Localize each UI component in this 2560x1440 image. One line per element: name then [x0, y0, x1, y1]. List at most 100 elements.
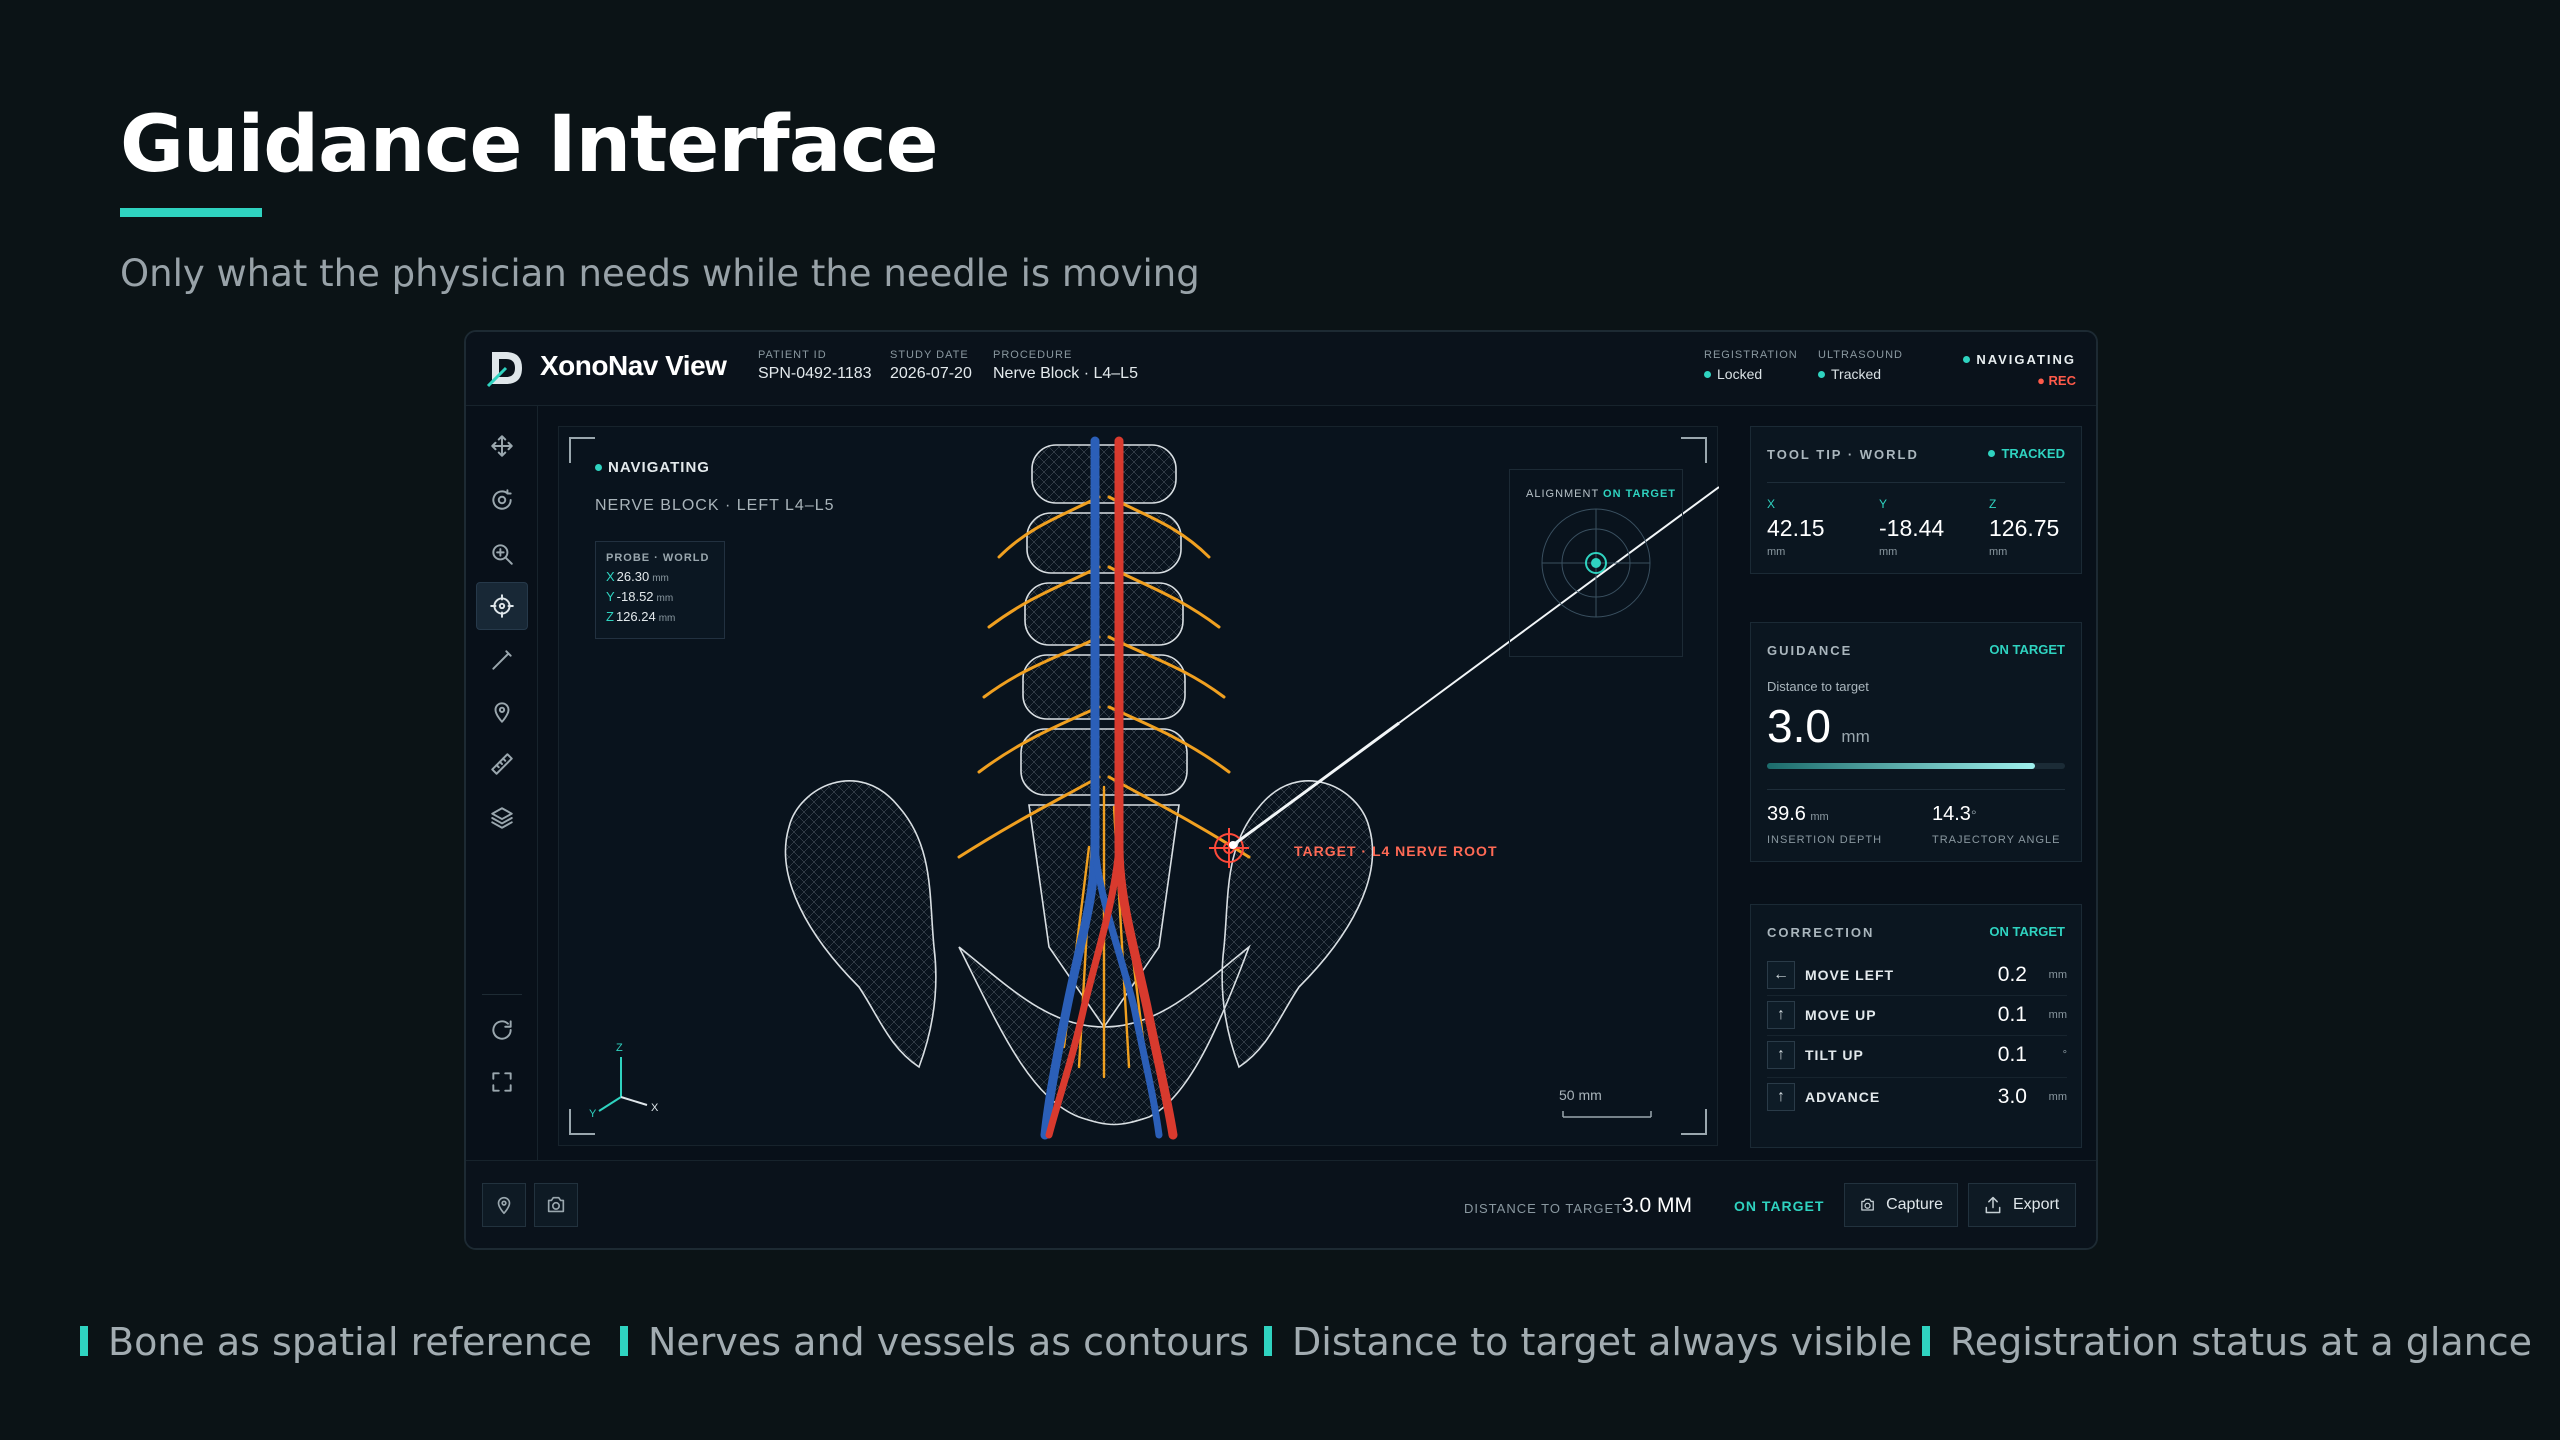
- axis-z-label: Z: [616, 1042, 623, 1054]
- correction-row: ↑ TILT UP 0.1 °: [1767, 1039, 2067, 1071]
- card-state: TRACKED: [2001, 446, 2065, 461]
- arrow-up-icon: ↑: [1767, 1041, 1795, 1069]
- add-marker-button[interactable]: [482, 1183, 526, 1227]
- scale-bar: [1562, 1111, 1652, 1118]
- app-brand: XonoNav View: [540, 350, 727, 381]
- bottom-distance-value: 3.0 MM: [1622, 1194, 1693, 1217]
- export-button[interactable]: Export: [1968, 1183, 2076, 1227]
- capture-button[interactable]: Capture: [1844, 1183, 1958, 1227]
- top-bar: XonoNav View PATIENT ID SPN-0492-1183 ST…: [466, 332, 2096, 406]
- coord-unit: mm: [1879, 546, 1898, 558]
- needle-tool-button[interactable]: [476, 636, 528, 684]
- pin-tool-button[interactable]: [476, 688, 528, 736]
- target-tool-button[interactable]: [476, 582, 528, 630]
- feature-callout: Registration status at a glance: [1922, 1320, 2532, 1364]
- ruler-icon: [491, 753, 513, 775]
- coord-unit: mm: [1989, 546, 2008, 558]
- correction-value: 0.1: [1997, 1043, 2027, 1066]
- arrow-left-icon: ←: [1767, 961, 1795, 989]
- meta-procedure: PROCEDURE Nerve Block · L4–L5: [993, 349, 1138, 383]
- slide-subtitle: Only what the physician needs while the …: [120, 252, 1200, 295]
- reset-view-button[interactable]: [476, 1006, 528, 1054]
- meta-label: PROCEDURE: [993, 349, 1073, 361]
- alignment-panel: ALIGNMENT ON TARGET: [1509, 469, 1683, 657]
- feature-text: Distance to target always visible: [1292, 1320, 1913, 1364]
- mode-status: NAVIGATING ● REC: [1963, 352, 2076, 388]
- distance-progress-bar: [1767, 763, 2065, 769]
- ultrasound-status: ULTRASOUND Tracked: [1818, 349, 1903, 382]
- card-title: CORRECTION: [1767, 925, 1875, 940]
- camera-icon: [1861, 1198, 1874, 1211]
- distance-value: 3.0: [1767, 700, 1831, 752]
- rotate-tool-button[interactable]: [476, 476, 528, 524]
- correction-label: ADVANCE: [1805, 1089, 1881, 1105]
- feature-callout: Bone as spatial reference: [80, 1320, 592, 1364]
- toolbar-divider: [482, 994, 522, 995]
- arrow-up-icon: ↑: [1767, 1001, 1795, 1029]
- pin-icon: [494, 702, 510, 723]
- coord-value: 126.75: [1989, 515, 2060, 541]
- card-title: TOOL TIP · WORLD: [1767, 447, 1919, 462]
- capture-label: Capture: [1886, 1196, 1943, 1213]
- status-label: ULTRASOUND: [1818, 349, 1903, 361]
- meta-value: Nerve Block · L4–L5: [993, 365, 1138, 382]
- coord-unit: mm: [1767, 546, 1786, 558]
- insertion-depth-value: 39.6: [1767, 803, 1806, 825]
- card-state: ON TARGET: [1989, 642, 2065, 657]
- guidance-card: GUIDANCE ON TARGET Distance to target 3.…: [1750, 622, 2082, 862]
- reset-icon: [492, 1020, 512, 1040]
- correction-value: 3.0: [1997, 1085, 2027, 1108]
- correction-unit: mm: [2048, 1091, 2067, 1103]
- slide-title: Guidance Interface: [120, 100, 938, 190]
- feature-text: Bone as spatial reference: [108, 1320, 593, 1364]
- feature-marker: [1264, 1326, 1272, 1356]
- coord-value: -18.44: [1879, 515, 1945, 541]
- export-icon: [1985, 1196, 2001, 1214]
- needle-tip: [1229, 841, 1237, 849]
- rotate-icon: [492, 489, 512, 510]
- app-window: XonoNav View PATIENT ID SPN-0492-1183 ST…: [464, 330, 2098, 1250]
- feature-marker: [620, 1326, 628, 1356]
- distance-unit: mm: [1841, 727, 1870, 746]
- anatomy-viewport[interactable]: NAVIGATING NERVE BLOCK · LEFT L4–L5 PROB…: [558, 426, 1719, 1146]
- alignment-label: ALIGNMENT: [1526, 488, 1599, 500]
- card-divider: [1767, 482, 2065, 483]
- distance-progress-fill: [1767, 763, 2036, 769]
- meta-value: SPN-0492-1183: [758, 365, 872, 382]
- coord-z: Z 126.75 mm: [1989, 497, 2059, 558]
- snapshot-button[interactable]: [534, 1183, 578, 1227]
- correction-row: ↑ MOVE UP 0.1 mm: [1767, 999, 2067, 1031]
- fullscreen-icon: [492, 1072, 512, 1092]
- status-dot: [1704, 371, 1711, 378]
- bottom-bar: DISTANCE TO TARGET 3.0 MM ON TARGET Capt…: [466, 1160, 2096, 1248]
- coord-axis: Z: [1989, 497, 1997, 511]
- meta-label: STUDY DATE: [890, 349, 969, 361]
- correction-card: CORRECTION ON TARGET ← MOVE LEFT 0.2 mm …: [1750, 904, 2082, 1148]
- rec-indicator: ● REC: [2037, 373, 2076, 388]
- insertion-depth: 39.6 mm INSERTION DEPTH: [1767, 803, 1882, 846]
- zoom-tool-button[interactable]: [476, 530, 528, 578]
- card-divider: [1767, 789, 2065, 790]
- distance-readout: 3.0 mm: [1767, 699, 1870, 753]
- scale-label: 50 mm: [1559, 1087, 1602, 1103]
- correction-value: 0.2: [1997, 963, 2027, 986]
- correction-label: MOVE UP: [1805, 1007, 1877, 1023]
- status-dot: [1988, 450, 1996, 457]
- correction-value: 0.1: [1997, 1003, 2027, 1026]
- row-divider: [1767, 1077, 2067, 1078]
- logo-icon: [486, 352, 522, 388]
- correction-unit: mm: [2048, 969, 2067, 981]
- ruler-tool-button[interactable]: [476, 740, 528, 788]
- row-divider: [1767, 995, 2067, 996]
- meta-label: PATIENT ID: [758, 349, 827, 361]
- coord-x: X 42.15 mm: [1767, 497, 1825, 558]
- meta-value: 2026-07-20: [890, 365, 972, 382]
- registration-status: REGISTRATION Locked: [1704, 349, 1798, 382]
- move-tool-button[interactable]: [476, 422, 528, 470]
- feature-callout: Nerves and vessels as contours: [620, 1320, 1249, 1364]
- mode-label: NAVIGATING: [1976, 352, 2076, 367]
- camera-icon: [547, 1196, 565, 1213]
- bottom-distance-label: DISTANCE TO TARGET: [1464, 1201, 1624, 1216]
- fullscreen-button[interactable]: [476, 1058, 528, 1106]
- layers-tool-button[interactable]: [476, 794, 528, 842]
